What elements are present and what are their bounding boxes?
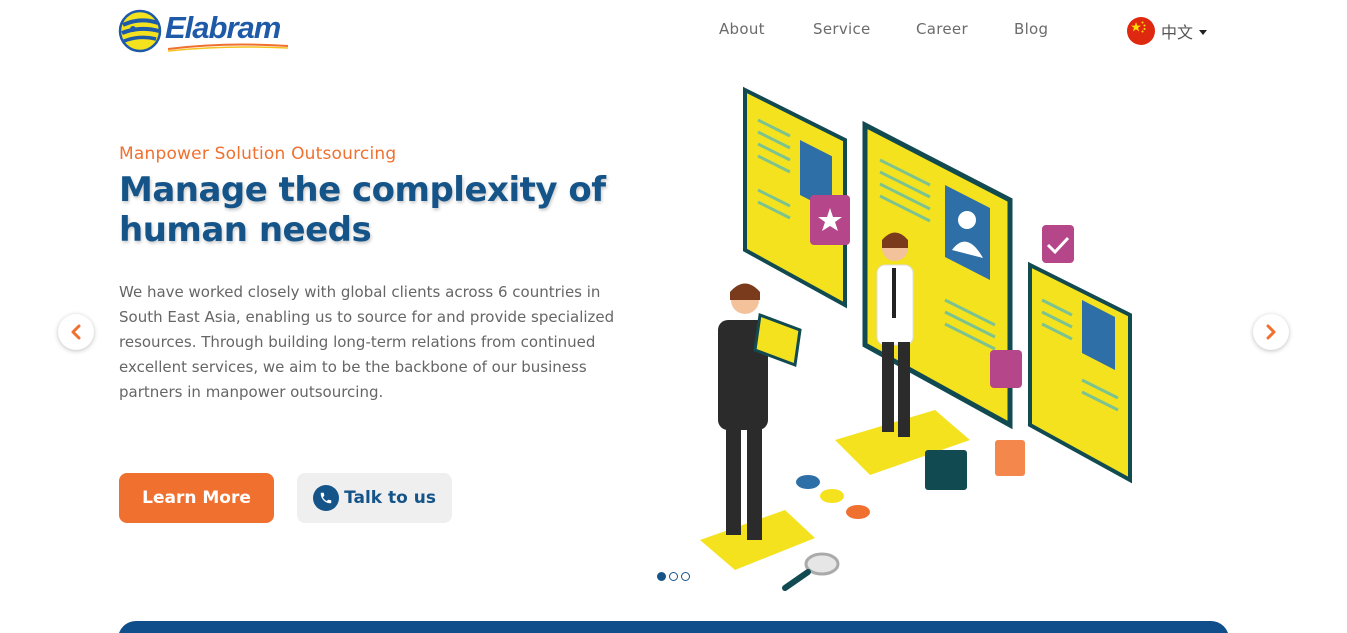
carousel-dot[interactable]	[669, 572, 678, 581]
hero-eyebrow: Manpower Solution Outsourcing	[119, 144, 397, 164]
carousel-dot[interactable]	[657, 572, 666, 581]
nav-career[interactable]: Career	[916, 20, 968, 38]
talk-to-us-label: Talk to us	[344, 488, 436, 508]
briefcase-icon	[925, 450, 967, 490]
magnifier-icon	[782, 552, 840, 591]
caret-down-icon	[1199, 29, 1208, 35]
carousel-dots	[657, 572, 690, 581]
logo-swoosh-icon	[167, 43, 289, 52]
profile-board-right	[1028, 261, 1132, 484]
nav-about[interactable]: About	[719, 20, 765, 38]
hero-description: We have worked closely with global clien…	[119, 283, 615, 401]
nav-blog[interactable]: Blog	[1014, 20, 1048, 38]
token-blue	[796, 475, 820, 489]
carousel-dot[interactable]	[681, 572, 690, 581]
china-flag-icon	[1127, 17, 1155, 45]
mail-badge-icon	[995, 440, 1025, 476]
phone-icon	[313, 485, 340, 511]
hero-headline: Manage the complexity of human needs	[119, 170, 606, 250]
next-section-band	[118, 621, 1229, 633]
user-badge-icon	[990, 350, 1022, 388]
nav-service[interactable]: Service	[813, 20, 871, 38]
hero-illustration	[700, 86, 1132, 591]
carousel-next-button[interactable]	[1253, 314, 1289, 350]
chevron-right-icon	[1266, 324, 1276, 340]
check-badge-icon	[1042, 225, 1074, 263]
talk-to-us-button[interactable]: Talk to us	[297, 473, 452, 523]
carousel-prev-button[interactable]	[58, 314, 94, 350]
learn-more-button[interactable]: Learn More	[119, 473, 274, 523]
language-selector[interactable]: 中文	[1127, 17, 1208, 45]
person-with-tablet	[718, 283, 802, 540]
chevron-left-icon	[71, 324, 81, 340]
language-label: 中文	[1161, 23, 1194, 42]
learn-more-label: Learn More	[142, 488, 251, 508]
token-orange	[846, 505, 870, 519]
token-yellow	[820, 489, 844, 503]
